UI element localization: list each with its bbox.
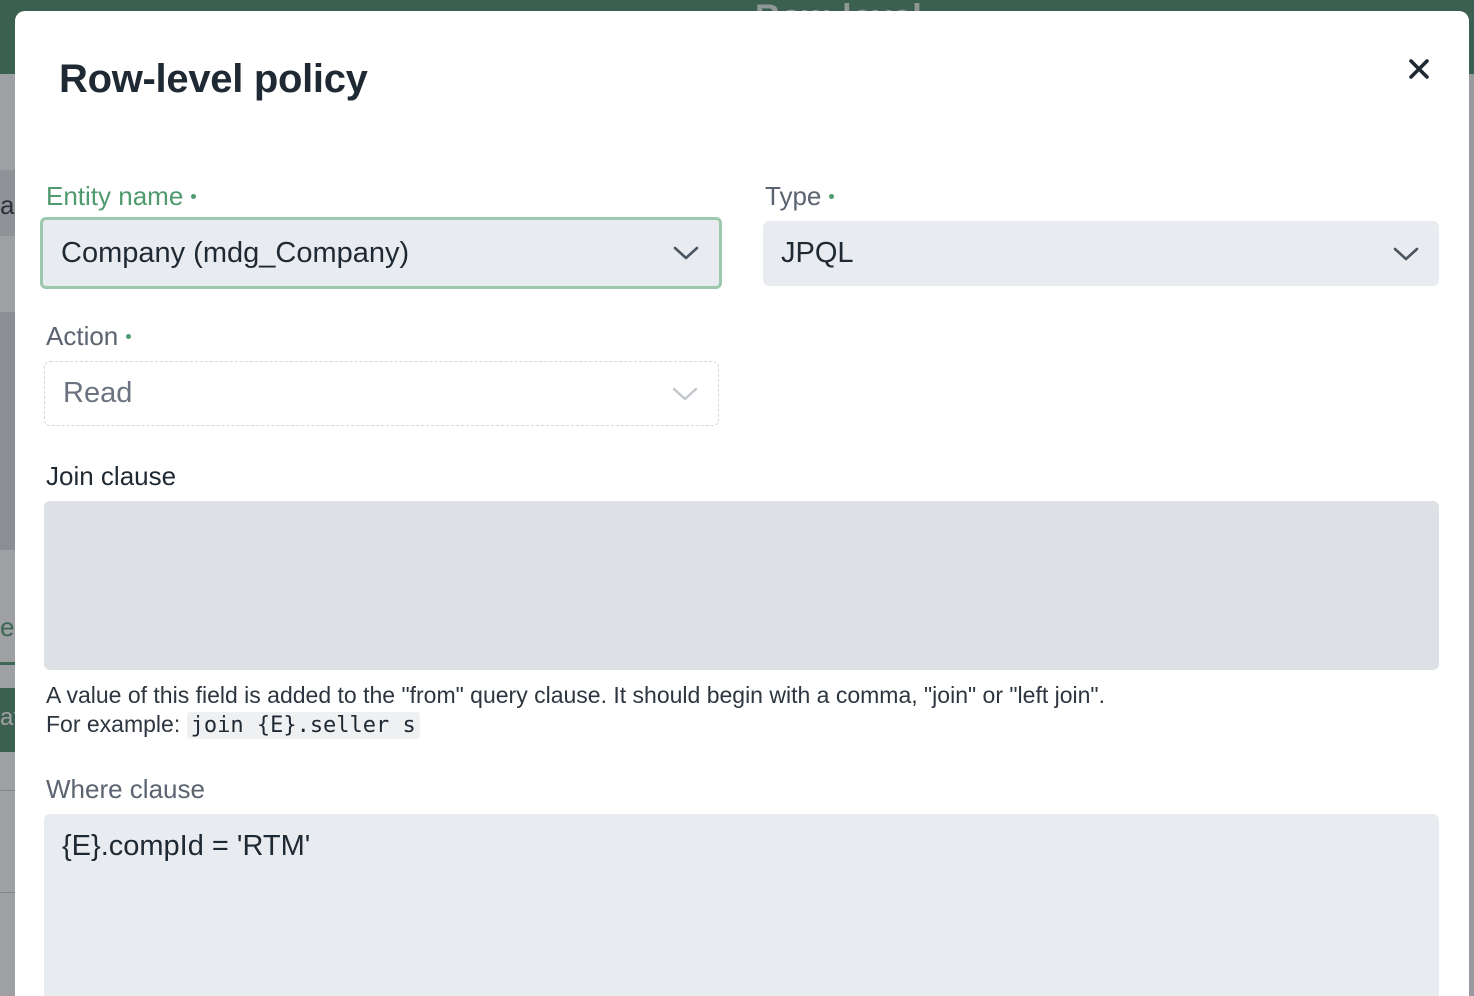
entity-name-label: Entity name <box>46 181 197 212</box>
join-clause-help-text: A value of this field is added to the "f… <box>46 682 1105 708</box>
where-clause-textarea[interactable]: {E}.compId = 'RTM' <box>44 814 1439 996</box>
help-example-prefix: For example: <box>46 711 181 737</box>
chevron-down-icon <box>1393 247 1419 260</box>
dialog-title: Row-level policy <box>59 57 368 101</box>
join-clause-help-example: For example: join {E}.seller s <box>46 710 1105 740</box>
entity-name-select[interactable]: Company (mdg_Company) <box>40 217 722 289</box>
join-clause-help: A value of this field is added to the "f… <box>46 681 1105 740</box>
required-indicator <box>126 333 132 339</box>
chevron-down-icon <box>672 387 698 400</box>
row-level-policy-dialog: Row-level policy Entity name Company (md… <box>15 11 1469 996</box>
action-label: Action <box>46 321 132 352</box>
type-select[interactable]: JPQL <box>763 221 1439 286</box>
required-indicator <box>829 193 835 199</box>
action-label-text: Action <box>46 321 119 351</box>
entity-name-label-text: Entity name <box>46 181 184 211</box>
chevron-down-icon <box>673 246 699 260</box>
close-icon <box>1409 59 1429 79</box>
join-clause-textarea <box>44 501 1439 670</box>
type-value: JPQL <box>781 237 854 269</box>
type-label-text: Type <box>765 181 822 211</box>
type-label: Type <box>765 181 835 212</box>
action-select: Read <box>44 361 719 426</box>
required-indicator <box>191 193 197 199</box>
where-clause-label: Where clause <box>46 774 205 804</box>
action-value: Read <box>63 377 133 409</box>
close-button[interactable] <box>1399 49 1439 89</box>
join-clause-label: Join clause <box>46 461 177 491</box>
help-example-code: join {E}.seller s <box>186 712 420 739</box>
entity-name-value: Company (mdg_Company) <box>61 236 410 269</box>
